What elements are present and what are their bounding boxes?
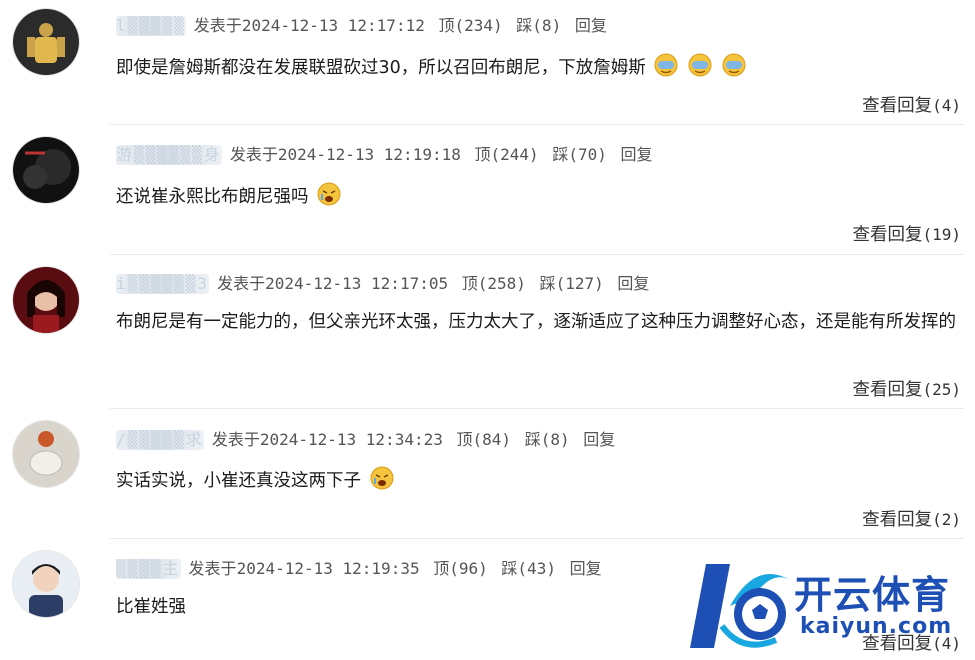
upvote-button[interactable]: 顶(234)	[438, 16, 502, 35]
reply-button[interactable]: 回复	[583, 430, 615, 449]
reply-button[interactable]: 回复	[617, 274, 649, 293]
downvote-button[interactable]: 踩(127)	[540, 274, 604, 293]
upvote-button[interactable]: 顶(96)	[433, 559, 488, 578]
crying-emoji-icon	[316, 181, 342, 207]
kaiyun-watermark: 开云体育 kaiyun.com	[686, 556, 971, 660]
comment-meta: /▒▒▒▒▒求 发表于2024-12-13 12:34:23 顶(84) 踩(8)…	[116, 430, 615, 450]
avatar[interactable]	[12, 8, 80, 76]
reply-button[interactable]: 回复	[621, 145, 653, 164]
posted-label: 发表于	[193, 16, 242, 35]
downvote-button[interactable]: 踩(8)	[525, 430, 570, 449]
username[interactable]: /▒▒▒▒▒求	[116, 430, 204, 450]
view-replies-link[interactable]: 查看回复(4)	[862, 92, 961, 117]
comment-text: 实话实说，小崔还真没这两下子	[116, 471, 361, 491]
reply-button[interactable]: 回复	[570, 559, 602, 578]
crying-emoji-icon	[369, 465, 395, 491]
view-replies-link[interactable]: 查看回复(25)	[852, 376, 961, 401]
timestamp: 2024-12-13 12:17:12	[241, 16, 425, 35]
comment-text-row: 即使是詹姆斯都没在发展联盟砍过30，所以召回布朗尼，下放詹姆斯	[116, 52, 961, 84]
upvote-button[interactable]: 顶(244)	[475, 145, 539, 164]
reply-count: (19)	[922, 225, 961, 244]
avatar[interactable]	[12, 136, 80, 204]
facepalm-emoji-icon	[687, 52, 713, 78]
comment-text-row: 布朗尼是有一定能力的，但父亲光环太强，压力太大了，逐渐适应了这种压力调整好心态，…	[116, 306, 961, 338]
comment-meta: l▒▒▒▒▒ 发表于2024-12-13 12:17:12 顶(234) 踩(8)…	[116, 16, 607, 36]
posted-label: 发表于	[188, 559, 237, 578]
comment-text: 还说崔永熙比布朗尼强吗	[116, 187, 309, 207]
downvote-button[interactable]: 踩(70)	[552, 145, 607, 164]
reply-count: (4)	[932, 96, 961, 115]
view-replies-label: 查看回复	[862, 96, 933, 116]
comment-text: 布朗尼是有一定能力的，但父亲光环太强，压力太大了，逐渐适应了这种压力调整好心态，…	[116, 312, 956, 332]
username[interactable]: 游▒▒▒▒▒▒身	[116, 145, 222, 165]
facepalm-emoji-icon	[721, 52, 747, 78]
timestamp: 2024-12-13 12:17:05	[265, 274, 449, 293]
posted-label: 发表于	[211, 430, 260, 449]
view-replies-label: 查看回复	[852, 225, 923, 245]
timestamp: 2024-12-13 12:19:18	[277, 145, 461, 164]
facepalm-emoji-icon	[653, 52, 679, 78]
avatar[interactable]	[12, 266, 80, 334]
view-replies-link[interactable]: 查看回复(2)	[862, 506, 961, 531]
comment-text: 比崔姓强	[116, 597, 186, 617]
watermark-url: kaiyun.com	[800, 614, 953, 639]
divider	[110, 254, 963, 255]
divider	[110, 538, 963, 539]
reply-button[interactable]: 回复	[575, 16, 607, 35]
comment-text: 即使是詹姆斯都没在发展联盟砍过30，所以召回布朗尼，下放詹姆斯	[116, 58, 646, 78]
comment-text-row: 实话实说，小崔还真没这两下子	[116, 465, 961, 497]
view-replies-link[interactable]: 查看回复(19)	[852, 221, 961, 246]
posted-label: 发表于	[217, 274, 266, 293]
timestamp: 2024-12-13 12:19:35	[236, 559, 420, 578]
timestamp: 2024-12-13 12:34:23	[259, 430, 443, 449]
divider	[110, 408, 963, 409]
upvote-button[interactable]: 顶(84)	[457, 430, 512, 449]
comment-text-row: 还说崔永熙比布朗尼强吗	[116, 181, 961, 213]
avatar[interactable]	[12, 550, 80, 618]
username[interactable]: i▒▒▒▒▒▒3	[116, 274, 210, 294]
watermark-brand-cn: 开云体育	[794, 573, 951, 617]
reply-count: (25)	[922, 380, 961, 399]
view-replies-label: 查看回复	[862, 510, 933, 530]
downvote-button[interactable]: 踩(8)	[516, 16, 561, 35]
avatar[interactable]	[12, 420, 80, 488]
username[interactable]: ▒▒▒▒主	[116, 559, 181, 579]
username[interactable]: l▒▒▒▒▒	[116, 16, 186, 36]
comment-meta: ▒▒▒▒主 发表于2024-12-13 12:19:35 顶(96) 踩(43) …	[116, 559, 602, 579]
reply-count: (2)	[932, 510, 961, 529]
downvote-button[interactable]: 踩(43)	[501, 559, 556, 578]
view-replies-label: 查看回复	[852, 380, 923, 400]
posted-label: 发表于	[229, 145, 278, 164]
comment-meta: i▒▒▒▒▒▒3 发表于2024-12-13 12:17:05 顶(258) 踩(…	[116, 274, 649, 294]
comment-meta: 游▒▒▒▒▒▒身 发表于2024-12-13 12:19:18 顶(244) 踩(…	[116, 145, 653, 165]
divider	[110, 124, 963, 125]
kaiyun-logo-icon	[690, 564, 790, 648]
upvote-button[interactable]: 顶(258)	[462, 274, 526, 293]
